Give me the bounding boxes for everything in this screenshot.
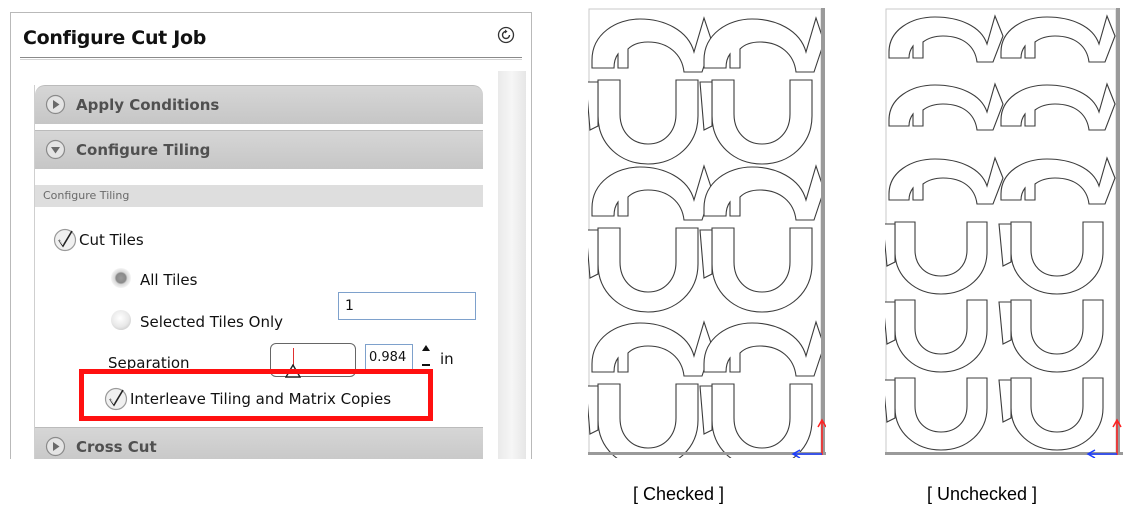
- section-cross-cut[interactable]: Cross Cut: [35, 427, 483, 459]
- separation-value: 0.984: [369, 350, 407, 365]
- spin-up-icon: [422, 345, 430, 351]
- spin-down-icon: [422, 364, 430, 366]
- collapse-arrow-icon: [45, 139, 66, 160]
- section-apply-conditions-label: Apply Conditions: [76, 96, 220, 114]
- separation-spinner[interactable]: [421, 343, 431, 371]
- panel-title: Configure Cut Job: [23, 27, 207, 49]
- cut-tiles-checkbox[interactable]: [53, 228, 77, 252]
- preview-checked: [588, 8, 826, 458]
- selected-tiles-value: 1: [345, 298, 354, 314]
- separation-value-input[interactable]: 0.984: [365, 344, 413, 370]
- interleave-highlight-box: [79, 369, 433, 421]
- configure-tiling-subheader: Configure Tiling: [35, 185, 483, 207]
- title-divider-shadow: [20, 59, 522, 60]
- caption-unchecked: [ Unchecked ]: [927, 484, 1038, 504]
- accordion: Apply Conditions Configure Tiling Config…: [34, 85, 483, 459]
- selected-tiles-input[interactable]: 1: [338, 292, 476, 320]
- section-cross-cut-label: Cross Cut: [76, 438, 157, 456]
- all-tiles-radio[interactable]: [111, 268, 131, 288]
- reset-icon[interactable]: [497, 26, 515, 44]
- cut-tiles-label: Cut Tiles: [79, 231, 144, 249]
- caption-checked: [ Checked ]: [633, 484, 725, 504]
- preview-unchecked: [885, 8, 1123, 458]
- configure-cut-job-panel: Configure Cut Job Apply Conditions Confi…: [10, 12, 532, 459]
- section-configure-tiling-label: Configure Tiling: [76, 141, 211, 159]
- separation-unit: in: [440, 350, 454, 368]
- all-tiles-label: All Tiles: [140, 271, 198, 289]
- expand-arrow-icon: [45, 94, 66, 115]
- title-divider: [20, 57, 522, 58]
- section-configure-tiling[interactable]: Configure Tiling: [35, 130, 483, 170]
- panel-scrollbar[interactable]: [498, 71, 526, 459]
- subheader-label: Configure Tiling: [43, 189, 130, 202]
- selected-tiles-radio[interactable]: [111, 310, 131, 330]
- section-apply-conditions[interactable]: Apply Conditions: [35, 85, 483, 125]
- expand-arrow-icon: [45, 436, 66, 457]
- selected-tiles-label: Selected Tiles Only: [140, 313, 283, 331]
